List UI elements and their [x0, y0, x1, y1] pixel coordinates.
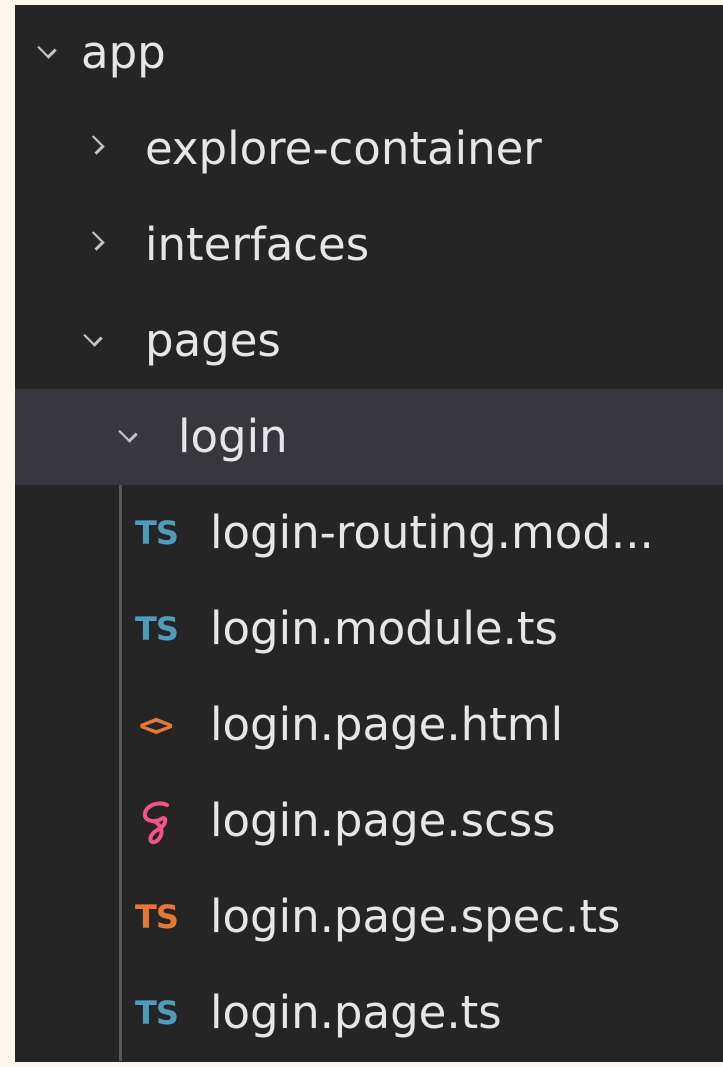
folder-login[interactable]: login	[15, 389, 723, 485]
file-login-page-ts[interactable]: TS login.page.ts	[15, 965, 723, 1061]
file-label: login.page.ts	[210, 986, 502, 1039]
file-login-page-spec[interactable]: TS login.page.spec.ts	[15, 869, 723, 965]
chevron-down-icon	[118, 423, 138, 443]
folder-pages[interactable]: pages	[15, 293, 723, 389]
folder-label: app	[81, 26, 166, 79]
folder-label: login	[178, 410, 288, 463]
chevron-right-icon	[85, 231, 105, 251]
file-label: login.page.html	[210, 698, 564, 751]
folder-interfaces[interactable]: interfaces	[15, 197, 723, 293]
sass-file-icon	[142, 801, 169, 845]
folder-label: explore-container	[145, 122, 542, 175]
folder-label: interfaces	[145, 218, 370, 271]
file-login-routing-module[interactable]: TS login-routing.mod...	[15, 485, 723, 581]
typescript-test-file-icon: TS	[135, 898, 179, 936]
file-login-page-scss[interactable]: login.page.scss	[15, 773, 723, 869]
file-label: login.page.scss	[210, 794, 556, 847]
file-label: login.page.spec.ts	[210, 890, 621, 943]
file-login-module[interactable]: TS login.module.ts	[15, 581, 723, 677]
folder-explore-container[interactable]: explore-container	[15, 101, 723, 197]
file-explorer-tree: app explore-container interfaces pages l…	[15, 5, 723, 1062]
file-label: login-routing.mod...	[210, 506, 654, 559]
typescript-file-icon: TS	[135, 610, 179, 648]
html-file-icon: <>	[139, 706, 173, 744]
file-login-page-html[interactable]: <> login.page.html	[15, 677, 723, 773]
file-label: login.module.ts	[210, 602, 558, 655]
typescript-file-icon: TS	[135, 514, 179, 552]
chevron-right-icon	[85, 135, 105, 155]
folder-app[interactable]: app	[15, 5, 723, 101]
chevron-down-icon	[37, 39, 57, 59]
chevron-down-icon	[83, 327, 103, 347]
typescript-file-icon: TS	[135, 994, 179, 1032]
folder-label: pages	[145, 314, 281, 367]
